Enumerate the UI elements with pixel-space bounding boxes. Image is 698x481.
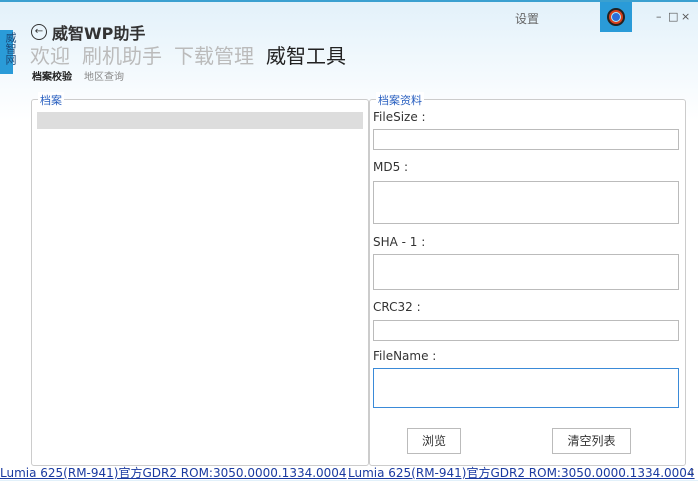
minimize-button[interactable]: – — [656, 10, 662, 23]
main-nav: 欢迎 刷机助手 下载管理 威智工具 — [30, 40, 346, 69]
tab-flash-assistant[interactable]: 刷机助手 — [82, 40, 162, 69]
filesize-label: FileSize : — [373, 110, 426, 124]
status-rom-link-right[interactable]: Lumia 625(RM-941)官方GDR2 ROM:3050.0000.13… — [348, 464, 695, 481]
app-logo — [600, 2, 632, 32]
logo-icon — [607, 8, 625, 26]
md5-field[interactable] — [373, 181, 679, 224]
filename-field[interactable] — [373, 368, 679, 408]
subtab-file-check[interactable]: 档案校验 — [32, 68, 72, 83]
sha1-field[interactable] — [373, 254, 679, 290]
file-info-label: 档案资料 — [376, 92, 424, 108]
settings-link[interactable]: 设置 — [515, 10, 539, 27]
tab-tools[interactable]: 威智工具 — [266, 40, 346, 69]
status-rom-link-left[interactable]: Lumia 625(RM-941)官方GDR2 ROM:3050.0000.13… — [0, 464, 347, 481]
filename-label: FileName : — [373, 349, 437, 363]
close-button[interactable]: × — [681, 10, 690, 23]
browse-button[interactable]: 浏览 — [407, 428, 461, 454]
tab-welcome[interactable]: 欢迎 — [30, 40, 70, 69]
maximize-button[interactable]: □ — [668, 10, 678, 23]
sha1-label: SHA - 1 : — [373, 235, 426, 249]
filesize-field[interactable] — [373, 129, 679, 150]
file-list-row[interactable] — [37, 112, 363, 129]
file-list-group: 档案 — [31, 92, 369, 466]
file-list-label: 档案 — [38, 92, 64, 108]
resize-grip-icon[interactable]: .: — [688, 466, 695, 477]
tab-download-manager[interactable]: 下载管理 — [174, 40, 254, 69]
back-arrow-icon[interactable]: ← — [31, 24, 47, 40]
md5-label: MD5 : — [373, 160, 409, 174]
crc32-field[interactable] — [373, 320, 679, 341]
sub-nav: 档案校验 地区查询 — [32, 68, 124, 83]
crc32-label: CRC32 : — [373, 300, 421, 314]
clear-list-button[interactable]: 清空列表 — [552, 428, 631, 454]
sidebar-tab-weizhi[interactable]: 威智网 — [0, 30, 17, 74]
subtab-region-query[interactable]: 地区查询 — [84, 68, 124, 83]
